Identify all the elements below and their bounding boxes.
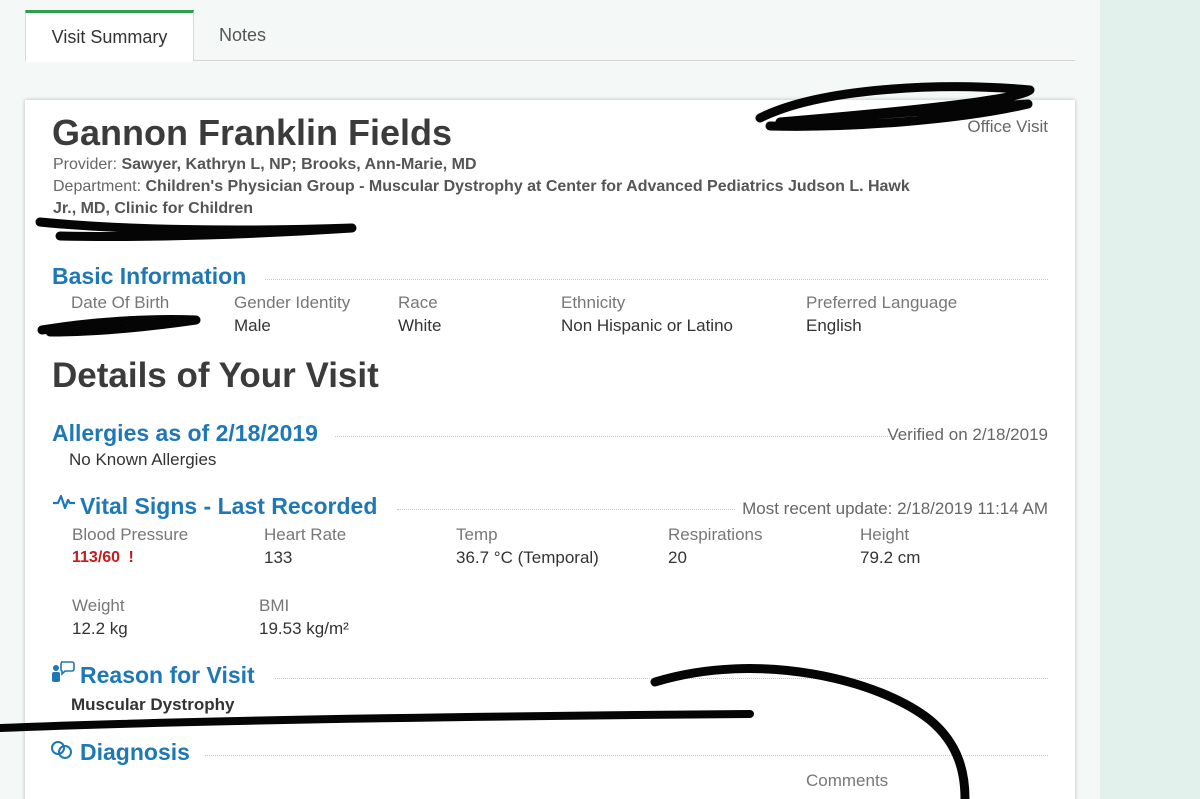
bmi-value: 19.53 kg/m² <box>259 619 349 638</box>
heart-rate-value: 133 <box>264 548 293 567</box>
vitals-updated: Most recent update: 2/18/2019 11:14 AM <box>742 499 1048 518</box>
resp-label: Respirations <box>668 525 763 544</box>
heart-rate-label: Heart Rate <box>264 525 347 544</box>
bp-value: 113/60 <box>72 549 121 566</box>
visit-summary-card: Gannon Franklin Fields Office Visit Prov… <box>25 100 1075 799</box>
race-value: White <box>398 316 442 335</box>
comments-label: Comments <box>806 771 889 790</box>
weight-label: Weight <box>72 596 125 615</box>
tab-notes[interactable]: Notes <box>195 10 290 61</box>
section-divider <box>265 279 1048 280</box>
section-divider <box>205 755 1048 756</box>
allergies-value: No Known Allergies <box>69 450 217 469</box>
gender-value: Male <box>234 316 271 335</box>
dob-label: Date Of Birth <box>71 293 170 312</box>
bmi-label: BMI <box>259 596 290 615</box>
provider-line: Provider: Sawyer, Kathryn L, NP; Brooks,… <box>53 156 477 174</box>
section-divider <box>275 678 1048 679</box>
weight-value: 12.2 kg <box>72 619 128 638</box>
ethnicity-value: Non Hispanic or Latino <box>561 316 733 335</box>
provider-value: Sawyer, Kathryn L, NP; Brooks, Ann-Marie… <box>121 156 477 173</box>
section-divider <box>335 436 900 437</box>
visit-type: Office Visit <box>967 117 1048 136</box>
department-label: Department: <box>53 178 142 195</box>
basic-info-title: Basic Information <box>52 263 247 289</box>
side-panel-background <box>1100 0 1200 799</box>
diagnosis-icon <box>50 738 74 767</box>
department-value-cont: Jr., MD, Clinic for Children <box>53 200 254 217</box>
temp-value: 36.7 °C (Temporal) <box>456 548 599 567</box>
race-label: Race <box>398 293 438 312</box>
reason-value: Muscular Dystrophy <box>71 695 235 714</box>
person-speech-icon <box>50 660 76 689</box>
heartbeat-icon <box>52 493 76 516</box>
resp-value: 20 <box>668 548 687 567</box>
details-heading: Details of Your Visit <box>52 356 379 395</box>
provider-label: Provider: <box>53 156 118 173</box>
gender-label: Gender Identity <box>234 293 351 312</box>
language-value: English <box>806 316 862 335</box>
vitals-title: Vital Signs - Last Recorded <box>80 493 378 519</box>
tab-visit-summary[interactable]: Visit Summary <box>25 10 194 62</box>
allergies-title: Allergies as of 2/18/2019 <box>52 420 318 446</box>
reason-title: Reason for Visit <box>80 662 255 688</box>
bp-value-wrap: 113/60 ! <box>72 549 134 567</box>
tab-bar: Visit Summary Notes <box>25 10 1075 62</box>
allergies-verified: Verified on 2/18/2019 <box>887 425 1048 444</box>
height-label: Height <box>860 525 910 544</box>
ethnicity-label: Ethnicity <box>561 293 626 312</box>
diagnosis-title: Diagnosis <box>80 739 190 765</box>
language-label: Preferred Language <box>806 293 958 312</box>
department-value: Children's Physician Group - Muscular Dy… <box>145 178 910 195</box>
alert-icon: ! <box>128 549 134 566</box>
height-value: 79.2 cm <box>860 548 921 567</box>
section-divider <box>397 509 735 510</box>
department-line: Department: Children's Physician Group -… <box>53 178 910 196</box>
patient-name: Gannon Franklin Fields <box>52 112 453 153</box>
temp-label: Temp <box>456 525 498 544</box>
bp-label: Blood Pressure <box>72 525 189 544</box>
